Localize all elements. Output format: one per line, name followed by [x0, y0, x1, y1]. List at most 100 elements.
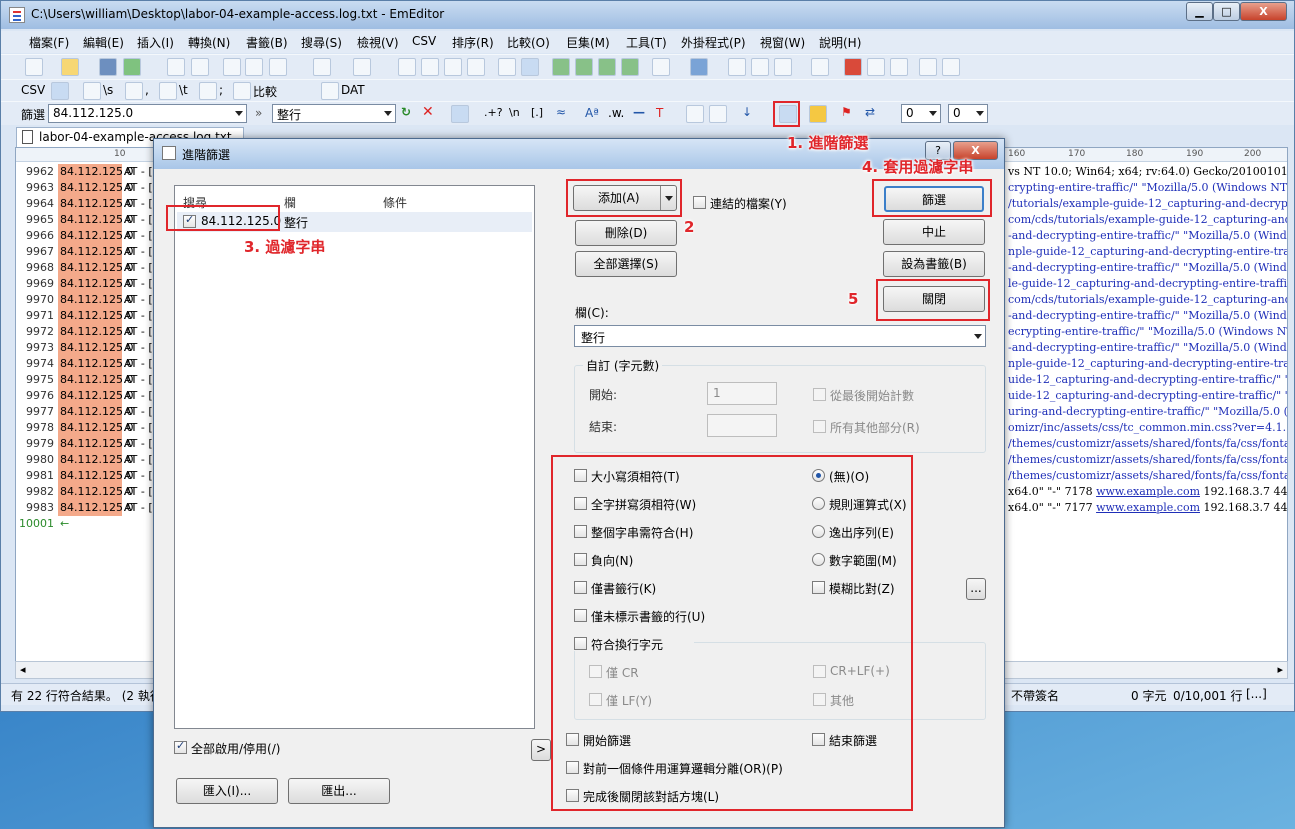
unbookmark-lines-icon[interactable]	[709, 105, 727, 123]
start-input[interactable]: 1	[707, 382, 777, 405]
open-folder-icon[interactable]	[61, 58, 79, 76]
bookmark-lines-icon[interactable]	[686, 105, 704, 123]
delete-button[interactable]: 刪除(D)	[575, 220, 677, 246]
csv-mode-icon[interactable]	[51, 82, 69, 100]
find-prev-icon[interactable]	[444, 58, 462, 76]
lock-icon[interactable]	[809, 105, 827, 123]
menu-file[interactable]: 檔案(F)	[29, 34, 69, 51]
import-button[interactable]: 匯入(I)...	[176, 778, 278, 804]
csv-semicolon-label[interactable]: ;	[219, 83, 223, 97]
flag-icon[interactable]: ⚑	[841, 105, 852, 119]
filter-toggle-icon[interactable]	[521, 58, 539, 76]
condition-list[interactable]: 搜尋 欄 條件 84.112.125.0 整行	[174, 185, 535, 729]
find-in-files-icon[interactable]	[498, 58, 516, 76]
print-icon[interactable]	[167, 58, 185, 76]
menu-plugins[interactable]: 外掛程式(P)	[681, 34, 746, 51]
more-chevron-icon[interactable]: »	[255, 106, 262, 120]
replace-icon[interactable]	[467, 58, 485, 76]
redo-icon[interactable]	[353, 58, 371, 76]
print-preview-icon[interactable]	[191, 58, 209, 76]
menu-search[interactable]: 搜尋(S)	[301, 34, 342, 51]
menu-compare[interactable]: 比較(O)	[507, 34, 550, 51]
expand-button[interactable]: >	[531, 739, 551, 761]
minimize-button[interactable]: ▁	[1186, 2, 1213, 21]
pin-icon[interactable]	[942, 58, 960, 76]
wrap-char-icon[interactable]	[598, 58, 616, 76]
menu-insert[interactable]: 插入(I)	[137, 34, 174, 51]
menu-bookmark[interactable]: 書籤(B)	[246, 34, 288, 51]
menu-edit[interactable]: 編輯(E)	[83, 34, 124, 51]
maximize-button[interactable]: □	[1213, 2, 1240, 21]
csv-compare-label[interactable]: 比較	[253, 83, 277, 100]
record-macro-icon[interactable]	[844, 58, 862, 76]
share-icon[interactable]: ⇄	[865, 105, 875, 119]
properties-icon[interactable]	[774, 58, 792, 76]
negative-icon[interactable]: —	[633, 105, 645, 119]
status-more[interactable]: [...]	[1246, 687, 1267, 701]
window-split-icon[interactable]	[919, 58, 937, 76]
cancel-filter-icon[interactable]: ✕	[422, 104, 434, 120]
font-icon[interactable]	[690, 58, 708, 76]
compare-icon[interactable]	[233, 82, 251, 100]
csv-comma-label[interactable]: ,	[145, 83, 149, 97]
scroll-left-icon[interactable]: ◂	[20, 663, 26, 676]
wrap-page-icon[interactable]	[621, 58, 639, 76]
find-next-icon[interactable]	[421, 58, 439, 76]
export-button[interactable]: 匯出...	[288, 778, 390, 804]
filter-field-combo[interactable]: 整行	[272, 104, 396, 123]
run-macro-icon[interactable]	[867, 58, 885, 76]
wrap-window-icon[interactable]	[575, 58, 593, 76]
dat-icon[interactable]	[321, 82, 339, 100]
whole-word-icon[interactable]: .w.	[608, 106, 624, 120]
column-combo[interactable]: 整行	[574, 325, 986, 347]
comma-icon[interactable]	[125, 82, 143, 100]
undo-icon[interactable]	[313, 58, 331, 76]
copy-icon[interactable]	[245, 58, 263, 76]
config-icon[interactable]	[728, 58, 746, 76]
menu-window[interactable]: 視窗(W)	[760, 34, 805, 51]
regex-newline-label[interactable]: \n	[509, 106, 520, 119]
macro-help-icon[interactable]	[890, 58, 908, 76]
menu-csv[interactable]: CSV	[412, 34, 436, 48]
paste-icon[interactable]	[269, 58, 287, 76]
abort-button[interactable]: 中止	[883, 219, 985, 245]
wrap-none-icon[interactable]	[552, 58, 570, 76]
refresh-icon[interactable]: ↻	[401, 105, 411, 119]
count-from-end-checkbox[interactable]	[813, 388, 826, 401]
clear-format-icon[interactable]: T	[656, 106, 663, 120]
scroll-right-icon[interactable]: ▸	[1277, 663, 1283, 676]
menu-tools[interactable]: 工具(T)	[626, 34, 667, 51]
menu-view[interactable]: 檢視(V)	[357, 34, 399, 51]
end-input[interactable]	[707, 414, 777, 437]
advanced-search-icon[interactable]	[451, 105, 469, 123]
reload-icon[interactable]	[123, 58, 141, 76]
menu-macro[interactable]: 巨集(M)	[566, 34, 610, 51]
number-combo-1[interactable]: 0	[901, 104, 941, 123]
new-file-icon[interactable]	[25, 58, 43, 76]
save-icon[interactable]	[99, 58, 117, 76]
url-link[interactable]: www.example.com	[1096, 501, 1200, 514]
menu-convert[interactable]: 轉換(N)	[188, 34, 230, 51]
close-button[interactable]: X	[1240, 2, 1287, 21]
csv-tab-label[interactable]: \t	[179, 83, 188, 97]
customize-icon[interactable]	[751, 58, 769, 76]
list-header-column[interactable]: 欄	[284, 194, 296, 211]
title-bar[interactable]: C:\Users\william\Desktop\labor-04-exampl…	[1, 1, 1294, 29]
regex-class-label[interactable]: [.]	[531, 106, 543, 119]
list-icon[interactable]	[811, 58, 829, 76]
down-arrow-icon[interactable]: ↓	[742, 105, 752, 119]
linked-files-checkbox[interactable]	[693, 196, 706, 209]
menu-sort[interactable]: 排序(R)	[452, 34, 494, 51]
csv-dat-label[interactable]: DAT	[341, 83, 365, 97]
menu-help[interactable]: 說明(H)	[819, 34, 861, 51]
enable-all-checkbox[interactable]	[174, 739, 187, 754]
all-other-parts-checkbox[interactable]	[813, 420, 826, 433]
number-combo-2[interactable]: 0	[948, 104, 988, 123]
filter-combo[interactable]: 84.112.125.0	[48, 104, 247, 123]
list-header-condition[interactable]: 條件	[383, 194, 407, 211]
fuzzy-options-button[interactable]: ...	[966, 578, 986, 600]
match-case-icon[interactable]: Aª	[585, 106, 599, 120]
regex-wildcard-label[interactable]: .+?	[484, 106, 503, 119]
set-bookmark-button[interactable]: 設為書籤(B)	[883, 251, 985, 277]
semicolon-icon[interactable]	[199, 82, 217, 100]
